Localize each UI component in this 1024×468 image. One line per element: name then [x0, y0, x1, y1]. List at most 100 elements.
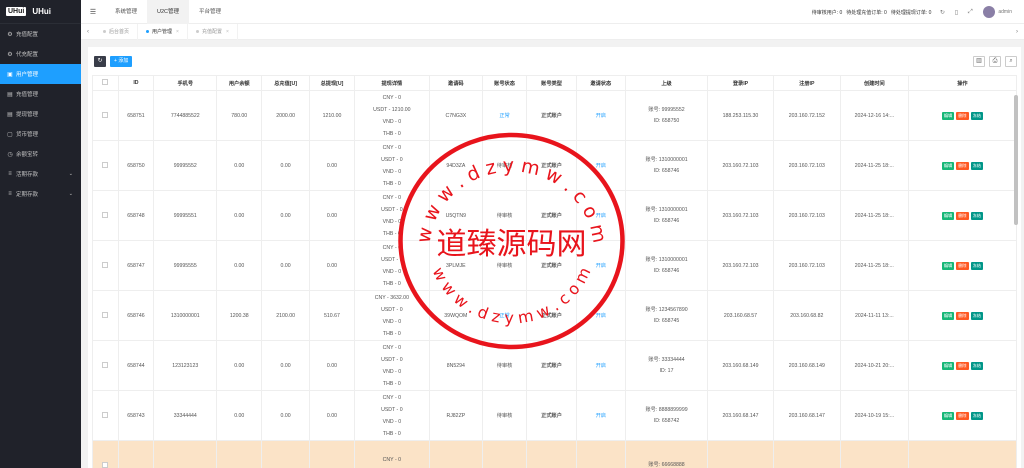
row-checkbox[interactable] [102, 311, 109, 318]
sidebar-item-withdraw-management[interactable]: ▤ 提现管理 [0, 104, 81, 124]
cell-phone: 123123123 [153, 340, 218, 391]
menu-toggle-icon[interactable]: ☰ [81, 8, 105, 16]
parent-line: 账号: 1310000001 [645, 156, 688, 163]
sidebar-item-fixed-deposit[interactable]: ≡ 定期存款 ⌄ [0, 184, 81, 204]
column-header: 总提现[U] [309, 75, 355, 91]
cell-balance: 0.00 [216, 240, 263, 291]
sidebar-item-recharge-management[interactable]: ▤ 充值管理 [0, 84, 81, 104]
tabs-scroll-left-icon[interactable]: ‹ [81, 29, 95, 35]
delete-button[interactable]: 删除 [956, 161, 969, 170]
invite-status-link[interactable]: 开启 [596, 413, 606, 419]
table-row[interactable]: 658744 123123123 0.00 0.00 0.00 CNY - 0 USDT -… [92, 340, 1018, 391]
pending-stat[interactable]: 待处理充值订单: 0 [846, 9, 887, 16]
cell-actions: 编辑 删除 冻结 [907, 190, 1018, 241]
print-icon[interactable]: ⎙ [989, 56, 1001, 67]
pending-stat[interactable]: 待处理提现订单: 0 [891, 9, 932, 16]
page-tab[interactable]: 充值配置 × [188, 23, 238, 40]
delete-button[interactable]: 删除 [956, 311, 969, 320]
cell-invite-status: 开启 [575, 90, 626, 141]
select-all-checkbox[interactable] [102, 79, 109, 85]
sidebar-item-proxy-recharge-config[interactable]: ⚙ 代充配置 [0, 44, 81, 64]
refresh-icon[interactable]: ↻ [935, 9, 949, 16]
table-row[interactable]: 658750 99995552 0.00 0.00 0.00 CNY - 0 USDT - … [92, 140, 1018, 191]
pending-stat-label: 待处理提现订单: [890, 9, 928, 16]
delete-button[interactable]: 删除 [956, 111, 969, 120]
edit-button[interactable]: 编辑 [941, 311, 955, 320]
cell-account-status [481, 440, 528, 468]
column-header [92, 75, 119, 91]
fullscreen-icon[interactable]: ⤢ [963, 9, 977, 16]
edit-button[interactable]: 编辑 [941, 261, 955, 270]
freeze-button[interactable]: 冻结 [970, 311, 984, 320]
top-tab[interactable]: 系统管理 [105, 0, 147, 24]
delete-button[interactable]: 删除 [956, 361, 969, 370]
close-icon[interactable]: × [226, 29, 229, 35]
freeze-button[interactable]: 冻结 [970, 111, 984, 120]
invite-status-link[interactable]: 开启 [596, 213, 606, 219]
table-row[interactable]: 658743 33344444 0.00 0.00 0.00 CNY - 0 USDT - … [92, 390, 1018, 441]
invite-status-link[interactable]: 开启 [596, 363, 606, 369]
table-row[interactable]: 658747 99995555 0.00 0.00 0.00 CNY - 0 USDT - … [92, 240, 1018, 291]
pending-stat[interactable]: 待审核用户: 0 [812, 9, 843, 16]
row-checkbox[interactable] [102, 461, 109, 468]
edit-button[interactable]: 编辑 [941, 211, 955, 220]
invite-status-link[interactable]: 开启 [596, 263, 606, 269]
cell-account-type-text: 正式账户 [541, 263, 562, 269]
freeze-button[interactable]: 冻结 [970, 361, 984, 370]
table-row[interactable]: 658748 99995551 0.00 0.00 0.00 CNY - 0 USDT - … [92, 190, 1018, 241]
table-row[interactable]: 658751 7744885522 780.00 2000.00 1210.00 CNY … [92, 90, 1018, 141]
clear-cache-icon[interactable]: ▯ [949, 9, 963, 16]
row-checkbox[interactable] [102, 261, 109, 268]
delete-button[interactable]: 删除 [956, 211, 969, 220]
row-checkbox[interactable] [102, 211, 109, 218]
edit-button[interactable]: 编辑 [941, 361, 955, 370]
delete-button[interactable]: 删除 [956, 261, 969, 270]
freeze-button[interactable]: 冻结 [970, 161, 984, 170]
add-button[interactable]: + 添加 [110, 56, 133, 67]
column-filter-icon[interactable]: ▥ [973, 56, 985, 67]
refresh-button[interactable]: ↻ [94, 56, 106, 67]
sidebar-item-recharge-config[interactable]: ⚙ 充值配置 [0, 24, 81, 44]
page-tab[interactable]: 用户管理 × [138, 23, 188, 40]
cell-withdraw-details: CNY - 0 USDT - 0 VND - 0 THB - 0 [353, 340, 430, 391]
sidebar-item-currency-management[interactable]: ▢ 货币管理 [0, 124, 81, 144]
edit-button[interactable]: 编辑 [941, 111, 955, 120]
row-checkbox[interactable] [102, 111, 109, 118]
tab-dot-icon [146, 30, 150, 33]
freeze-button[interactable]: 冻结 [970, 411, 984, 420]
cell-invite-code: U5QTN9 [428, 190, 483, 241]
tabs-scroll-right-icon[interactable]: › [1010, 29, 1024, 35]
edit-button[interactable]: 编辑 [941, 161, 955, 170]
sidebar-item-user-management[interactable]: ▣ 用户管理 [0, 64, 81, 84]
invite-status-link[interactable]: 开启 [596, 113, 606, 119]
cell-withdraw-details: CNY - 0USDT - 0 [353, 440, 430, 468]
search-icon[interactable]: ⌕ [1005, 56, 1017, 67]
sidebar-item-yuebao-transfer[interactable]: ◷ 余额宝转 [0, 144, 81, 164]
page-tab[interactable]: 后台首页 [95, 23, 139, 40]
table-scrollbar[interactable] [1014, 95, 1018, 225]
column-header: 上级 [624, 75, 709, 91]
row-checkbox[interactable] [102, 411, 109, 418]
cell-phone-text: 7744885522 [170, 112, 200, 119]
chevron-down-icon: ⌄ [68, 191, 73, 197]
cell-account-type: 正式账户 [526, 90, 577, 141]
invite-status-link[interactable]: 开启 [596, 163, 606, 169]
row-checkbox-cell [92, 290, 119, 341]
table-row[interactable]: 658746 1310000001 1200.38 2100.00 510.67 CNY … [92, 290, 1018, 341]
top-tab[interactable]: U2C管理 [147, 0, 190, 24]
table-row[interactable]: CNY - 0USDT - 0 账号: 66668888 [92, 440, 1018, 468]
cell-invite-code [428, 440, 483, 468]
cell-invite-status: 开启 [575, 290, 626, 341]
admin-name[interactable]: admin [998, 9, 1012, 15]
edit-button[interactable]: 编辑 [941, 411, 955, 420]
freeze-button[interactable]: 冻结 [970, 211, 984, 220]
row-checkbox[interactable] [102, 161, 109, 168]
avatar[interactable] [983, 6, 996, 18]
sidebar-item-demand-deposit[interactable]: ≡ 活期存款 ⌄ [0, 164, 81, 184]
row-checkbox[interactable] [102, 361, 109, 368]
close-icon[interactable]: × [176, 29, 179, 35]
invite-status-link[interactable]: 开启 [596, 313, 606, 319]
delete-button[interactable]: 删除 [956, 411, 969, 420]
top-tab[interactable]: 平台管理 [189, 0, 231, 24]
freeze-button[interactable]: 冻结 [970, 261, 984, 270]
